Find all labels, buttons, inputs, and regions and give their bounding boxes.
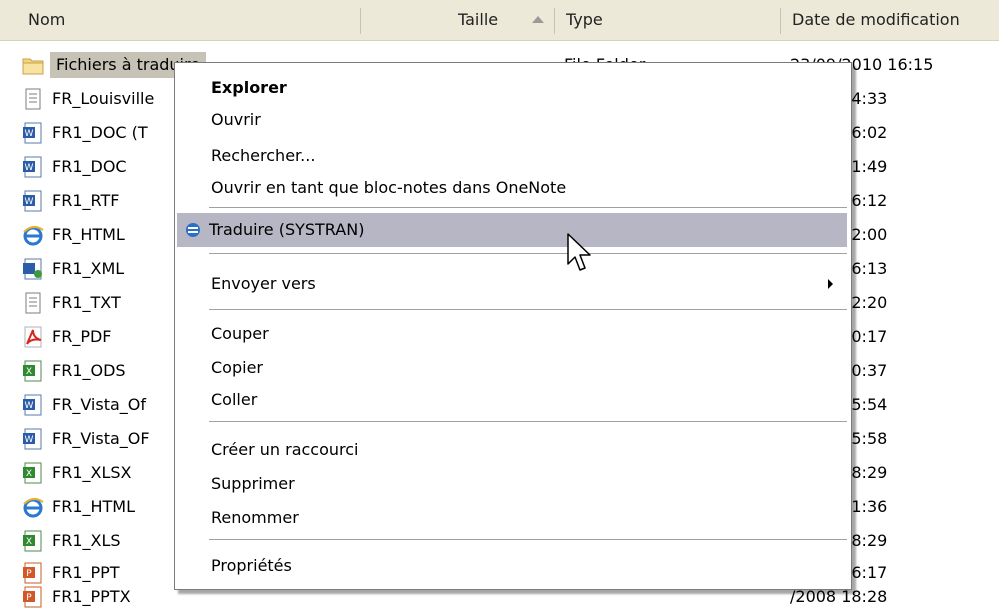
file-name: FR_PDF: [52, 327, 112, 346]
menu-item-label: Renommer: [211, 508, 299, 527]
menu-item-create-shortcut[interactable]: Créer un raccourci: [177, 433, 847, 467]
menu-item-label: Explorer: [211, 78, 287, 97]
file-name: FR1_TXT: [52, 293, 121, 312]
menu-item-label: Couper: [211, 324, 269, 343]
pdf-icon: [24, 326, 42, 348]
word-doc-icon: W: [23, 122, 42, 144]
menu-item-label: Traduire (SYSTRAN): [209, 220, 365, 239]
file-name: FR1_ODS: [52, 361, 126, 380]
word-doc-icon: W: [23, 156, 42, 178]
menu-item-open[interactable]: Ouvrir: [177, 103, 847, 137]
menu-separator: [209, 539, 847, 540]
column-divider[interactable]: [360, 8, 361, 34]
context-menu: Explorer Ouvrir Rechercher... Ouvrir en …: [174, 62, 852, 590]
sort-ascending-icon: [532, 16, 544, 23]
menu-item-label: Envoyer vers: [211, 274, 316, 293]
menu-item-translate-systran[interactable]: Traduire (SYSTRAN): [177, 213, 847, 247]
file-name: FR1_DOC (T: [52, 123, 148, 142]
ie-html-icon: [23, 498, 44, 518]
svg-text:W: W: [25, 129, 34, 139]
menu-item-label: Ouvrir en tant que bloc-notes dans OneNo…: [211, 178, 567, 197]
column-header-size[interactable]: Taille: [458, 0, 498, 40]
svg-text:W: W: [25, 435, 34, 445]
file-name: FR1_RTF: [52, 191, 120, 210]
column-header: Nom Taille Type Date de modification: [0, 0, 999, 41]
file-name: FR1_PPTX: [52, 587, 131, 606]
file-name: FR_Vista_OF: [52, 429, 150, 448]
menu-item-label: Coller: [211, 390, 258, 409]
svg-text:X: X: [26, 469, 32, 479]
column-divider[interactable]: [780, 8, 781, 34]
submenu-arrow-icon: [828, 279, 833, 289]
file-name: FR1_DOC: [52, 157, 127, 176]
menu-item-properties[interactable]: Propriétés: [177, 549, 847, 583]
column-header-date[interactable]: Date de modification: [792, 0, 960, 40]
svg-text:P: P: [26, 569, 32, 579]
file-name: FR1_HTML: [52, 497, 136, 516]
file-name: FR1_XML: [52, 259, 125, 278]
systran-icon: [186, 223, 200, 237]
menu-item-paste[interactable]: Coller: [177, 383, 847, 417]
word-doc-icon: W: [23, 428, 42, 450]
menu-separator: [209, 207, 847, 208]
column-header-type[interactable]: Type: [566, 0, 603, 40]
svg-text:P: P: [26, 593, 32, 603]
svg-text:X: X: [26, 537, 32, 547]
xml-doc-icon: [23, 258, 42, 280]
spreadsheet-icon: X: [23, 530, 42, 552]
menu-separator: [209, 253, 847, 254]
menu-item-cut[interactable]: Couper: [177, 317, 847, 351]
menu-item-label: Créer un raccourci: [211, 440, 359, 459]
menu-item-label: Rechercher...: [211, 146, 316, 165]
word-doc-icon: W: [23, 190, 42, 212]
file-name: FR_Louisville: [52, 89, 155, 108]
menu-separator: [209, 421, 847, 422]
menu-item-explorer[interactable]: Explorer: [177, 71, 847, 105]
text-file-icon: [25, 292, 41, 314]
svg-text:W: W: [25, 197, 34, 207]
powerpoint-icon: P: [23, 586, 42, 608]
column-divider[interactable]: [554, 8, 555, 34]
menu-item-open-in-onenote[interactable]: Ouvrir en tant que bloc-notes dans OneNo…: [177, 171, 847, 205]
menu-separator: [209, 309, 847, 310]
menu-item-label: Copier: [211, 358, 263, 377]
menu-item-search[interactable]: Rechercher...: [177, 139, 847, 173]
menu-item-copy[interactable]: Copier: [177, 351, 847, 385]
menu-item-delete[interactable]: Supprimer: [177, 467, 847, 501]
spreadsheet-icon: X: [23, 462, 42, 484]
file-name: FR1_XLSX: [52, 463, 132, 482]
mouse-cursor-icon: [567, 233, 591, 271]
text-file-icon: [25, 88, 41, 110]
svg-text:W: W: [25, 401, 34, 411]
column-header-name[interactable]: Nom: [28, 0, 65, 40]
file-name: FR1_XLS: [52, 531, 121, 550]
menu-item-label: Supprimer: [211, 474, 295, 493]
menu-item-rename[interactable]: Renommer: [177, 501, 847, 535]
svg-text:W: W: [25, 163, 34, 173]
spreadsheet-icon: X: [23, 360, 42, 382]
file-name: FR_HTML: [52, 225, 125, 244]
svg-text:X: X: [26, 367, 32, 377]
folder-icon: [22, 58, 44, 75]
menu-item-label: Propriétés: [211, 556, 292, 575]
menu-item-label: Ouvrir: [211, 110, 261, 129]
file-name: FR_Vista_Of: [52, 395, 146, 414]
ie-html-icon: [23, 226, 44, 246]
word-doc-icon: W: [23, 394, 42, 416]
menu-item-send-to[interactable]: Envoyer vers: [177, 267, 847, 301]
